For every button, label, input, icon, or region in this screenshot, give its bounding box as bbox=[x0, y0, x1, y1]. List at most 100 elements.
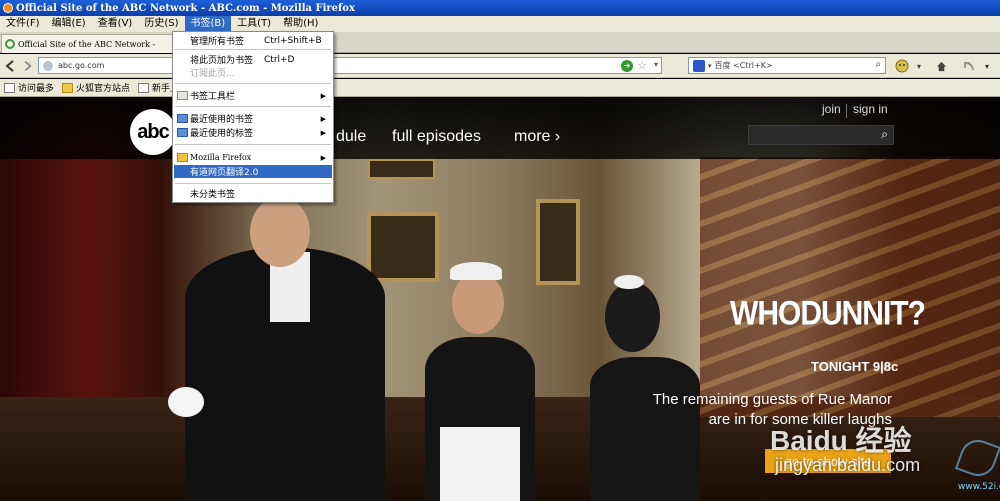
watermark-site: www.52i.com bbox=[958, 482, 1000, 492]
menu-item-label: Mozilla Firefox bbox=[190, 153, 252, 162]
bookmark-firefox-site[interactable]: 火狐官方站点 bbox=[58, 81, 134, 94]
hero-painting bbox=[367, 212, 439, 282]
menu-item-label: 订阅此页... bbox=[190, 69, 235, 79]
menu-item-label: 书签工具栏 bbox=[190, 92, 236, 102]
tab-strip: Official Site of the ABC Network - bbox=[0, 32, 1000, 53]
submenu-arrow-icon: ▶ bbox=[320, 128, 326, 137]
menu-item-label: 管理所有书签 bbox=[190, 37, 245, 47]
page-icon bbox=[138, 82, 150, 93]
go-icon[interactable]: ➜ bbox=[621, 60, 633, 72]
folder-icon bbox=[62, 82, 74, 93]
reload-dropdown-icon[interactable]: ▾ bbox=[978, 57, 996, 75]
menu-separator bbox=[175, 83, 331, 84]
page-icon bbox=[4, 82, 15, 93]
menu-item-label: 有道网页翻译2.0 bbox=[190, 168, 259, 178]
search-placeholder: 百度 <Ctrl+K> bbox=[714, 61, 773, 70]
maid-cap bbox=[614, 275, 644, 289]
menu-subscribe: 订阅此页... bbox=[174, 66, 332, 79]
nav-schedule[interactable]: dule bbox=[336, 128, 366, 146]
bookmark-label: 火狐官方站点 bbox=[76, 84, 131, 94]
bookmarks-menu: 管理所有书签 Ctrl+Shift+B 将此页加为书签 Ctrl+D 订阅此页.… bbox=[172, 31, 334, 203]
menu-edit[interactable]: 编辑(E) bbox=[46, 16, 92, 32]
search-bar[interactable]: ▾ 百度 <Ctrl+K> ⌕ bbox=[688, 57, 886, 74]
menu-file[interactable]: 文件(F) bbox=[0, 16, 46, 32]
menu-bookmarks[interactable]: 书签(B) bbox=[184, 16, 232, 32]
menu-separator bbox=[175, 144, 331, 145]
menu-youdao-translate[interactable]: 有道网页翻译2.0 bbox=[174, 165, 332, 178]
menu-tools[interactable]: 工具(T) bbox=[231, 16, 277, 32]
maid-cap bbox=[450, 262, 502, 280]
menu-recent-bookmarks[interactable]: 最近使用的书签 ▶ bbox=[174, 112, 332, 125]
toolbar-icon bbox=[177, 91, 188, 100]
tab-favicon-icon bbox=[5, 39, 15, 49]
menu-item-label: 最近使用的标签 bbox=[190, 129, 254, 139]
forward-arrow-icon bbox=[24, 61, 32, 71]
menu-history[interactable]: 历史(S) bbox=[138, 16, 184, 32]
hero-staircase bbox=[700, 157, 1000, 417]
bookmarks-toolbar: 访问最多 火狐官方站点 新手上 bbox=[0, 79, 1000, 97]
menu-mozilla-firefox-folder[interactable]: Mozilla Firefox ▶ bbox=[174, 151, 332, 164]
header-divider bbox=[846, 104, 847, 118]
maid-head bbox=[605, 282, 660, 352]
menu-view[interactable]: 查看(V) bbox=[92, 16, 139, 32]
tab-label: Official Site of the ABC Network - bbox=[18, 39, 156, 49]
submenu-arrow-icon: ▶ bbox=[320, 153, 326, 162]
butler-glove bbox=[168, 387, 204, 417]
airtime: TONIGHT 9|8c bbox=[811, 359, 899, 374]
menubar: 文件(F) 编辑(E) 查看(V) 历史(S) 书签(B) 工具(T) 帮助(H… bbox=[0, 16, 1000, 32]
menu-unsorted-bookmarks[interactable]: 未分类书签 bbox=[174, 187, 332, 200]
reload-button[interactable] bbox=[960, 57, 978, 75]
home-button[interactable] bbox=[932, 57, 950, 75]
butler-head bbox=[250, 197, 310, 267]
back-arrow-icon bbox=[5, 60, 14, 72]
undo-arrow-icon bbox=[964, 62, 974, 71]
addon-button[interactable] bbox=[893, 57, 911, 75]
menu-separator bbox=[175, 49, 331, 50]
bookmark-label: 访问最多 bbox=[18, 84, 55, 94]
nav-full-episodes[interactable]: full episodes bbox=[392, 128, 481, 146]
window-titlebar: Official Site of the ABC Network - ABC.c… bbox=[0, 0, 1000, 16]
menu-item-shortcut: Ctrl+D bbox=[264, 54, 295, 65]
folder-icon bbox=[177, 114, 188, 123]
forward-button[interactable] bbox=[18, 57, 36, 75]
watermark-url: jingyan.baidu.com bbox=[775, 455, 921, 475]
menu-manage-bookmarks[interactable]: 管理所有书签 Ctrl+Shift+B bbox=[174, 34, 332, 48]
maid-apron bbox=[440, 427, 520, 501]
menu-separator bbox=[175, 183, 331, 184]
join-link[interactable]: join bbox=[822, 102, 841, 116]
home-icon bbox=[936, 61, 946, 71]
abc-search-input[interactable]: ⌕ bbox=[748, 125, 894, 145]
smiley-addon-icon bbox=[895, 59, 909, 73]
menu-recent-tags[interactable]: 最近使用的标签 ▶ bbox=[174, 126, 332, 139]
search-icon[interactable]: ⌕ bbox=[875, 59, 881, 70]
tab-abc[interactable]: Official Site of the ABC Network - bbox=[1, 34, 176, 53]
site-identity-icon bbox=[43, 60, 53, 71]
web-page: abc dule full episodes more › join sign … bbox=[0, 97, 1000, 501]
baidu-search-icon bbox=[693, 59, 705, 72]
menu-item-label: 最近使用的书签 bbox=[190, 115, 254, 125]
menu-item-label: 未分类书签 bbox=[190, 190, 236, 200]
url-bar[interactable]: abc.go.com ➜ ☆ ▾ bbox=[38, 57, 662, 74]
submenu-arrow-icon: ▶ bbox=[320, 91, 326, 100]
menu-bookmarks-toolbar[interactable]: 书签工具栏 ▶ bbox=[174, 89, 332, 102]
sign-in-link[interactable]: sign in bbox=[853, 102, 888, 116]
bookmark-most-visited[interactable]: 访问最多 bbox=[0, 81, 58, 94]
menu-help[interactable]: 帮助(H) bbox=[277, 16, 324, 32]
hero-frame bbox=[368, 159, 435, 179]
show-logo: WHODUNNIT? bbox=[730, 294, 926, 333]
url-dropdown-icon[interactable]: ▾ bbox=[654, 60, 658, 69]
baidu-watermark: Baidu 经验 bbox=[770, 425, 912, 456]
navigation-bar: abc.go.com ➜ ☆ ▾ ▾ 百度 <Ctrl+K> ⌕ ▾ ▾ bbox=[0, 54, 1000, 78]
nav-more[interactable]: more › bbox=[514, 128, 560, 146]
firefox-icon bbox=[3, 3, 13, 13]
bookmark-star-icon[interactable]: ☆ bbox=[637, 59, 647, 72]
url-text: abc.go.com bbox=[58, 61, 105, 70]
folder-icon bbox=[177, 128, 188, 137]
abc-logo[interactable]: abc bbox=[130, 109, 176, 155]
maid-head bbox=[452, 272, 504, 334]
search-engine-dropdown-icon[interactable]: ▾ bbox=[708, 62, 712, 70]
menu-bookmark-this-page[interactable]: 将此页加为书签 Ctrl+D bbox=[174, 53, 332, 67]
search-icon[interactable]: ⌕ bbox=[881, 127, 888, 142]
menu-item-shortcut: Ctrl+Shift+B bbox=[264, 35, 322, 46]
addon-dropdown-icon[interactable]: ▾ bbox=[910, 57, 928, 75]
